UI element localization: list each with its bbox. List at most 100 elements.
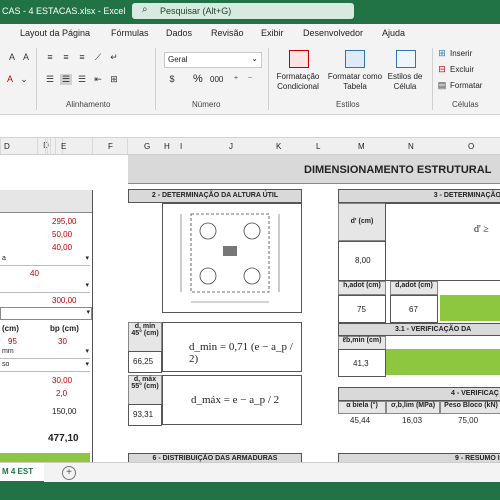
col-label-E: E <box>61 142 67 151</box>
col-label-J: J <box>229 142 233 151</box>
add-sheet-icon[interactable]: + <box>62 466 76 480</box>
font-shrink-icon[interactable]: A <box>20 52 32 63</box>
col-label-M: M <box>358 142 365 151</box>
dadot-label: d,adot (cm) <box>390 281 438 295</box>
col-label-I: I <box>180 142 183 151</box>
section-3-title: 3 - DETERMINAÇÃO DA <box>338 189 500 203</box>
left-green-bar <box>0 453 90 462</box>
increase-decimal-icon[interactable]: ⁺ <box>230 74 242 85</box>
group-cells: Células <box>452 100 479 109</box>
dmax-label: d, máx 55° (cm) <box>128 375 162 405</box>
hadot-value-cell: 75 <box>338 295 386 323</box>
dprime-value: 8,00 <box>355 256 371 265</box>
lb-min-value-cell: 41,3 <box>338 349 386 377</box>
left-dropdown-3[interactable]: ▾ <box>0 307 92 320</box>
section-6-title: 6 - DISTRIBUIÇÃO DAS ARMADURAS <box>128 453 302 462</box>
left-dropdown-4[interactable]: mm ▾ <box>0 347 90 359</box>
left-value-3[interactable]: 40,00 <box>52 243 72 252</box>
cell-styles-icon <box>396 50 416 68</box>
left-dropdown-1[interactable]: a ▾ <box>0 254 90 266</box>
decrease-decimal-icon[interactable]: ⁻ <box>244 74 256 85</box>
lb-check-green-cell <box>386 349 500 375</box>
align-center-icon[interactable]: ☰ <box>60 74 72 85</box>
tab-help[interactable]: Ajuda <box>382 28 405 38</box>
chevron-down-icon: ▾ <box>86 309 90 316</box>
dprime-value-cell: 8,00 <box>338 241 386 281</box>
tab-page-layout[interactable]: Layout da Página <box>20 28 90 38</box>
dadot-value: 67 <box>409 305 418 314</box>
sheet-tabs-bar: M 4 EST + <box>0 462 500 483</box>
chevron-down-icon[interactable]: ⌄ <box>18 74 30 85</box>
align-bottom-icon[interactable]: ≡ <box>76 52 88 63</box>
alpha-label: α biela (°) <box>338 401 386 414</box>
search-box[interactable]: ⌕ Pesquisar (Alt+G) <box>132 3 354 19</box>
chevron-down-icon: ▾ <box>85 361 89 368</box>
status-bar <box>0 482 500 500</box>
conditional-format-button[interactable]: Formatação Condicional <box>272 72 324 92</box>
worksheet-grid[interactable]: DIMENSIONAMENTO ESTRUTURAL 295,00 50,00 … <box>0 155 500 462</box>
decrease-indent-icon[interactable]: ⇤ <box>92 74 104 85</box>
ribbon: A A A ⌄ ≡ ≡ ≡ ⟋ ↵ ☰ ☰ ☰ ⇤ ⊞ Alinhamento … <box>0 44 500 115</box>
dprime-formula: d' ≥ <box>474 224 489 235</box>
main-title: DIMENSIONAMENTO ESTRUTURAL <box>304 164 492 176</box>
font-color-icon[interactable]: A <box>4 74 16 85</box>
tab-developer[interactable]: Desenvolvedor <box>303 28 363 38</box>
format-table-icon <box>345 50 365 68</box>
delete-button[interactable]: Excluir <box>450 65 474 75</box>
left-dropdown-5[interactable]: so ▾ <box>0 360 90 372</box>
chevron-down-icon: ▾ <box>85 348 89 355</box>
left-header-bp: bp (cm) <box>50 324 79 333</box>
thousands-button[interactable]: 000 <box>210 75 223 85</box>
sigma-value: 16,03 <box>402 416 423 425</box>
left-pair-bp[interactable]: 30 <box>58 337 67 346</box>
chevron-down-icon: ▾ <box>85 255 89 262</box>
align-middle-icon[interactable]: ≡ <box>60 52 72 63</box>
align-left-icon[interactable]: ☰ <box>44 74 56 85</box>
tab-view[interactable]: Exibir <box>261 28 284 38</box>
tab-review[interactable]: Revisão <box>211 28 244 38</box>
insert-button[interactable]: Inserir <box>450 49 472 59</box>
merge-cells-icon[interactable]: ⊞ <box>108 74 120 85</box>
group-styles: Estilos <box>336 100 360 109</box>
left-value-2[interactable]: 50,00 <box>52 230 72 239</box>
section-9-title: 9 - RESUMO I <box>455 455 500 462</box>
left-dropdown-2[interactable]: ▾ <box>0 281 90 293</box>
left-pair-a[interactable]: 95 <box>8 337 17 346</box>
left-value-1[interactable]: 295,00 <box>52 217 76 226</box>
tab-data[interactable]: Dados <box>166 28 192 38</box>
left-value-6[interactable]: 30,00 <box>52 376 72 385</box>
sheet-tab-active[interactable]: M 4 EST <box>0 463 44 483</box>
check-green-cell <box>440 295 500 321</box>
formula-bar[interactable] <box>0 115 500 138</box>
sheet-tab-label: M 4 EST <box>2 467 34 476</box>
number-format-select[interactable]: Geral ⌄ <box>164 52 262 68</box>
left-value-5[interactable]: 300,00 <box>52 296 76 305</box>
alpha-value: 45,44 <box>350 416 371 425</box>
percent-button[interactable]: % <box>193 74 203 85</box>
col-label-G: G <box>144 142 151 151</box>
currency-icon[interactable]: $ <box>166 74 178 85</box>
hadot-value: 75 <box>357 305 366 314</box>
dmin-value-cell: 66,25 <box>128 351 162 373</box>
tab-formulas[interactable]: Fórmulas <box>111 28 149 38</box>
wrap-text-icon[interactable]: ↵ <box>108 52 120 63</box>
align-top-icon[interactable]: ≡ <box>44 52 56 63</box>
left-value-7[interactable]: 2,0 <box>56 389 67 398</box>
left-value-4[interactable]: 40 <box>30 269 39 278</box>
cell-styles-button[interactable]: Estilos de Célula <box>384 72 426 92</box>
orientation-icon[interactable]: ⟋ <box>92 52 104 63</box>
left-panel-header <box>0 190 92 213</box>
dmax-formula-box: d_máx = e − a_p / 2 <box>162 375 302 425</box>
format-button[interactable]: Formatar <box>450 81 482 91</box>
group-alignment: Alinhamento <box>66 100 111 109</box>
peso-value: 75,00 <box>458 416 479 425</box>
chevron-down-icon: ⌄ <box>251 54 258 63</box>
conditional-format-icon <box>289 50 309 68</box>
dmin-formula-box: d_min = 0,71 (e − a_p / 2) <box>162 322 302 372</box>
font-grow-icon[interactable]: A <box>6 52 18 63</box>
section-9-band: 9 - RESUMO I <box>338 453 500 462</box>
delete-icon: ⊟ <box>438 64 446 74</box>
align-right-icon[interactable]: ☰ <box>76 74 88 85</box>
format-table-button[interactable]: Formatar como Tabela <box>326 72 384 92</box>
column-header-labels: D E F G H I J K L M N O <box>0 138 500 154</box>
